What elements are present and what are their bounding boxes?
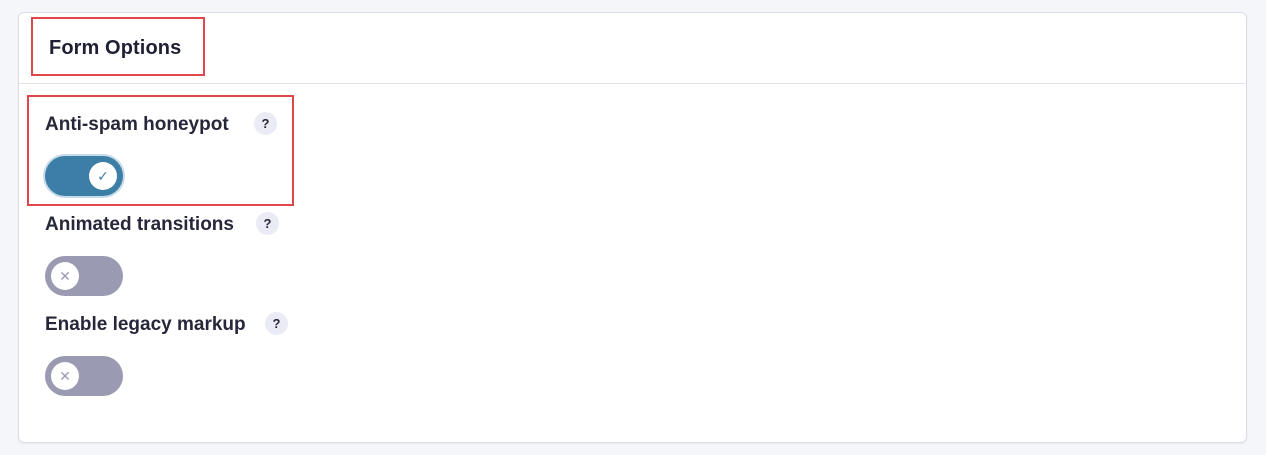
anti-spam-honeypot-toggle[interactable]: ✓ xyxy=(45,156,123,196)
option-label: Enable legacy markup xyxy=(45,314,246,335)
x-icon: ✕ xyxy=(51,262,79,290)
help-icon[interactable]: ? xyxy=(265,312,288,335)
option-anti-spam-honeypot: Anti-spam honeypot ? ✓ xyxy=(45,112,277,196)
help-icon[interactable]: ? xyxy=(256,212,279,235)
help-icon[interactable]: ? xyxy=(254,112,277,135)
animated-transitions-toggle[interactable]: ✕ xyxy=(45,256,123,296)
panel-header: Form Options xyxy=(19,13,1246,84)
option-enable-legacy-markup: Enable legacy markup ? ✕ xyxy=(45,312,288,396)
form-options-panel: Form Options Anti-spam honeypot ? ✓ Anim… xyxy=(18,12,1247,443)
x-icon: ✕ xyxy=(51,362,79,390)
enable-legacy-markup-toggle[interactable]: ✕ xyxy=(45,356,123,396)
option-animated-transitions: Animated transitions ? ✕ xyxy=(45,212,279,296)
option-label: Anti-spam honeypot xyxy=(45,114,229,135)
option-label: Animated transitions xyxy=(45,214,234,235)
check-icon: ✓ xyxy=(89,162,117,190)
title-highlight-box xyxy=(31,17,205,76)
